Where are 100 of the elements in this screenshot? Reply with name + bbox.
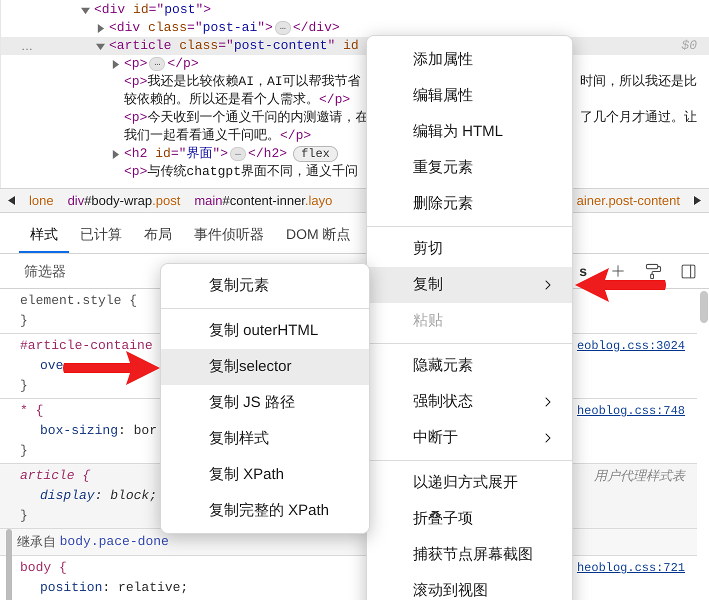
code-text: post — [164, 1, 196, 20]
menu-item[interactable]: 添加属性 — [367, 42, 572, 78]
menu-item[interactable]: 复制 XPath — [161, 457, 369, 493]
code-text: class — [178, 37, 218, 56]
scroll-left-icon[interactable] — [8, 196, 15, 205]
css-declaration: box-sizing: bor — [40, 422, 158, 440]
css-declaration: display: block; — [40, 487, 158, 505]
menu-item[interactable]: 滚动到视图 — [367, 573, 572, 600]
stylesheet-link[interactable]: heoblog.css:748 — [576, 401, 685, 421]
menu-item[interactable]: 编辑属性 — [367, 78, 572, 114]
code-text: post-content — [234, 37, 328, 56]
code-text: <div — [109, 19, 140, 38]
code-text: <p> — [124, 163, 148, 182]
css-selector: article { — [20, 467, 90, 485]
stylesheet-source: 用户代理样式表 — [594, 467, 685, 485]
closing-brace: } — [20, 507, 28, 525]
menu-item[interactable]: 捕获节点屏幕截图 — [367, 537, 572, 573]
code-text: 我们一起看看通义千问吧。 — [124, 127, 280, 146]
stylesheet-link[interactable]: heoblog.css:721 — [576, 558, 685, 578]
menu-item[interactable]: 强制状态 — [367, 384, 572, 420]
code-text: 界面 — [186, 145, 212, 164]
menu-item[interactable]: 复制 outerHTML — [161, 313, 369, 349]
code-text: 我还是比较依赖AI，AI可以帮我节省 — [147, 73, 361, 92]
panel-tab[interactable]: 事件侦听器 — [183, 217, 275, 253]
collapsed-triangle-icon[interactable] — [111, 60, 120, 68]
code-text: id — [132, 1, 149, 20]
code-text: "> — [195, 1, 212, 20]
code-text: 较依赖的。所以还是看个人需求。 — [124, 91, 319, 110]
menu-item[interactable]: 剪切 — [367, 231, 572, 267]
collapsed-triangle-icon[interactable] — [96, 24, 105, 32]
code-text: "> — [257, 19, 273, 38]
panel-tab[interactable]: DOM 断点 — [275, 217, 362, 253]
paint-roller-icon[interactable] — [645, 262, 662, 280]
menu-item[interactable]: 以递归方式展开 — [367, 465, 572, 501]
code-text: <p> — [124, 109, 148, 128]
code-text: class — [147, 19, 188, 38]
menu-item[interactable]: 中断于 — [367, 420, 572, 456]
menu-item[interactable]: 复制selector — [161, 349, 369, 385]
code-text: <p> — [124, 55, 148, 74]
code-text: " — [327, 37, 336, 56]
ellipsis-pill[interactable]: … — [230, 147, 246, 161]
expanded-triangle-icon[interactable] — [96, 42, 105, 50]
code-text: 时间，所以我还是比 — [580, 73, 697, 92]
selected-node-marker: $0 — [681, 37, 697, 56]
css-selector: element.style { — [20, 292, 138, 310]
code-text: =" — [187, 19, 203, 38]
inherited-selector-link[interactable]: body.pace-done — [60, 532, 169, 552]
menu-item[interactable]: 复制完整的 XPath — [161, 493, 369, 529]
scroll-right-icon[interactable] — [694, 196, 701, 205]
css-selector: #article-containe — [20, 337, 153, 355]
menu-item[interactable]: 复制样式 — [161, 421, 369, 457]
code-text: post-ai — [202, 19, 258, 38]
css-selector: body { — [20, 559, 67, 577]
panel-tab[interactable]: 样式 — [19, 217, 69, 253]
expanded-triangle-icon[interactable] — [81, 6, 90, 14]
sidebar-toggle-icon[interactable] — [680, 262, 697, 280]
code-text: =" — [218, 37, 234, 56]
inherited-label: 继承自 — [17, 533, 57, 552]
code-text: <div — [94, 1, 126, 20]
code-text: </h2> — [248, 145, 288, 164]
closing-brace: } — [20, 442, 28, 460]
code-text: <article — [109, 37, 172, 56]
class-toggle-text[interactable]: s — [579, 260, 587, 282]
breadcrumb-item[interactable]: ainer.post-content — [576, 190, 680, 210]
code-text: "> — [212, 145, 228, 164]
menu-item[interactable]: 重复元素 — [367, 150, 572, 186]
code-text: </div> — [292, 19, 340, 38]
breadcrumb-item[interactable]: lone — [29, 190, 54, 210]
menu-item[interactable]: 隐藏元素 — [367, 348, 572, 384]
menu-item[interactable]: 复制 — [367, 267, 572, 303]
code-text: =" — [148, 1, 164, 20]
panel-tab[interactable]: 已计算 — [69, 217, 133, 253]
menu-item[interactable]: 折叠子项 — [367, 501, 572, 537]
menu-item[interactable]: 复制 JS 路径 — [161, 385, 369, 421]
stylesheet-link[interactable]: eoblog.css:3024 — [576, 336, 685, 356]
code-text: </p> — [167, 55, 199, 74]
scrollbar-thumb[interactable] — [700, 291, 708, 323]
menu-item[interactable]: 编辑为 HTML — [367, 114, 572, 150]
ellipsis-pill[interactable]: … — [274, 21, 291, 35]
scrollbar-thumb[interactable] — [6, 529, 12, 600]
code-text: <h2 — [124, 145, 148, 164]
code-text: id — [154, 145, 171, 164]
menu-item[interactable]: 删除元素 — [367, 186, 572, 222]
ellipsis-pill[interactable]: … — [149, 57, 166, 71]
css-declaration: position: relative; — [40, 579, 188, 597]
collapsed-triangle-icon[interactable] — [111, 150, 120, 158]
layout-badge[interactable]: flex — [293, 146, 338, 162]
css-selector: * { — [20, 402, 44, 420]
code-text: =" — [170, 145, 186, 164]
closing-brace: } — [20, 377, 28, 395]
code-text: <p> — [124, 73, 148, 92]
row-menu-dots[interactable]: … — [21, 39, 33, 53]
code-text: id — [342, 37, 359, 56]
breadcrumb-item[interactable]: main#content-inner.layo — [194, 190, 332, 210]
breadcrumb-item[interactable]: div#body-wrap.post — [68, 190, 180, 210]
code-text: </p> — [319, 91, 350, 110]
panel-tab[interactable]: 布局 — [133, 217, 183, 253]
css-declaration: ove — [40, 357, 64, 375]
code-text: 与传统chatgpt界面不同，通义千问 — [147, 163, 358, 182]
closing-brace: } — [20, 312, 28, 330]
